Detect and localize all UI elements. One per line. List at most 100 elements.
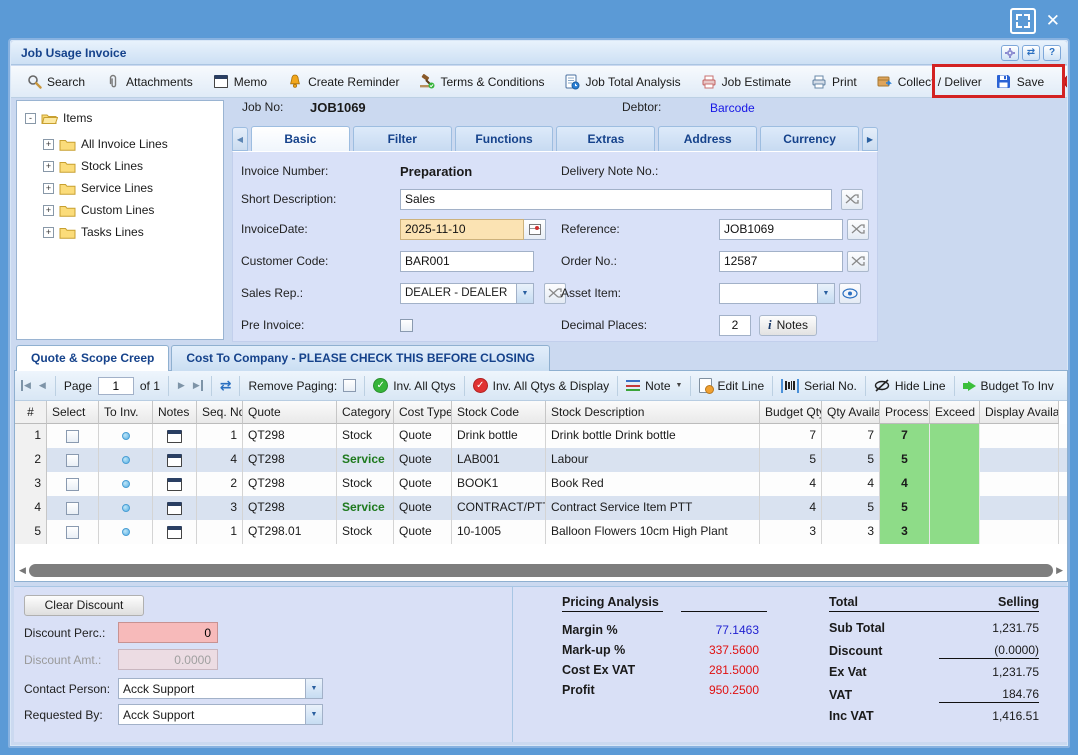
notes-cell-icon[interactable] (167, 430, 182, 443)
create-reminder-button[interactable]: Create Reminder (280, 71, 406, 93)
to-inv-icon[interactable] (122, 504, 130, 512)
to-inv-icon[interactable] (122, 528, 130, 536)
expand-icon[interactable]: + (43, 205, 54, 216)
chevron-down-icon[interactable]: ▼ (305, 679, 322, 698)
tab-scroll-left-icon[interactable]: ◀ (232, 127, 248, 151)
debtor-link[interactable]: Barcode (710, 101, 755, 115)
memo-button[interactable]: Memo (206, 71, 274, 93)
help-icon[interactable]: ? (1043, 45, 1061, 61)
customer-code-input[interactable] (400, 251, 534, 272)
col-header[interactable]: Cost Type (394, 401, 452, 424)
invoice-date-input[interactable] (400, 219, 524, 240)
eye-icon[interactable] (839, 283, 861, 304)
pre-invoice-checkbox[interactable] (400, 319, 413, 332)
tab-extras[interactable]: Extras (556, 126, 655, 151)
expand-icon[interactable]: + (43, 183, 54, 194)
notes-cell-icon[interactable] (167, 454, 182, 467)
tab-currency[interactable]: Currency (760, 126, 859, 151)
scrollbar-thumb[interactable] (29, 564, 1053, 577)
next-page-icon[interactable]: ▶ (177, 380, 186, 391)
select-checkbox[interactable] (66, 454, 79, 467)
to-inv-icon[interactable] (122, 432, 130, 440)
notes-button[interactable]: i Notes (759, 315, 817, 336)
collect-deliver-button[interactable]: Collect / Deliver (870, 71, 989, 93)
print-button[interactable]: Print (804, 71, 864, 93)
tree-item-service-lines[interactable]: + Service Lines (43, 179, 153, 197)
tab-functions[interactable]: Functions (455, 126, 554, 151)
remove-paging-checkbox[interactable] (343, 379, 356, 392)
tree-item-items[interactable]: - Items (25, 109, 92, 127)
first-page-icon[interactable]: ◀ (21, 380, 32, 391)
col-header[interactable]: Process Q (880, 401, 930, 424)
budget-to-inv-button[interactable]: Budget To Inv (963, 379, 1054, 393)
notes-cell-icon[interactable] (167, 502, 182, 515)
shuffle-icon[interactable] (841, 189, 863, 210)
order-no-input[interactable] (719, 251, 843, 272)
attachments-button[interactable]: Attachments (98, 71, 200, 93)
tree-item-tasks-lines[interactable]: + Tasks Lines (43, 223, 144, 241)
contact-person-select[interactable]: Acck Support ▼ (118, 678, 323, 699)
col-header[interactable]: To Inv. (99, 401, 153, 424)
shuffle-icon[interactable] (847, 251, 869, 272)
col-header[interactable]: Quote (243, 401, 337, 424)
chevron-down-icon[interactable]: ▼ (516, 284, 533, 303)
edit-line-button[interactable]: Edit Line (699, 378, 764, 393)
expand-icon[interactable]: + (43, 161, 54, 172)
tab-basic[interactable]: Basic (251, 126, 350, 151)
page-input[interactable] (98, 377, 134, 395)
chevron-down-icon[interactable]: ▼ (305, 705, 322, 724)
discount-perc-input[interactable] (118, 622, 218, 643)
tree-item-stock-lines[interactable]: + Stock Lines (43, 157, 143, 175)
scroll-right-icon[interactable]: ▶ (1056, 565, 1063, 576)
job-total-analysis-button[interactable]: Job Total Analysis (558, 71, 688, 93)
terms-conditions-button[interactable]: Terms & Conditions (412, 71, 551, 93)
tree-item-custom-lines[interactable]: + Custom Lines (43, 201, 154, 219)
asset-item-select[interactable]: ▼ (719, 283, 835, 304)
col-header[interactable]: Seq. No. (197, 401, 243, 424)
select-checkbox[interactable] (66, 526, 79, 539)
col-header[interactable]: Stock Code (452, 401, 546, 424)
tab-address[interactable]: Address (658, 126, 757, 151)
table-row[interactable]: 2 4 QT298 Service Quote LAB001 Labour 5 … (15, 448, 1067, 472)
table-row[interactable]: 5 1 QT298.01 Stock Quote 10-1005 Balloon… (15, 520, 1067, 544)
select-checkbox[interactable] (66, 478, 79, 491)
tab-cost-to-company[interactable]: Cost To Company - PLEASE CHECK THIS BEFO… (171, 345, 549, 371)
table-row[interactable]: 3 2 QT298 Stock Quote BOOK1 Book Red 4 4… (15, 472, 1067, 496)
col-header[interactable]: Notes (153, 401, 197, 424)
table-row[interactable]: 4 3 QT298 Service Quote CONTRACT/PTT Con… (15, 496, 1067, 520)
decimal-places-input[interactable] (719, 315, 751, 336)
prev-page-icon[interactable]: ◀ (38, 380, 47, 391)
refresh-icon[interactable]: ⇄ (1022, 45, 1040, 61)
expand-icon[interactable]: + (43, 139, 54, 150)
collapse-icon[interactable]: - (25, 113, 36, 124)
tab-scroll-right-icon[interactable]: ▶ (862, 127, 878, 151)
fullscreen-icon[interactable] (1010, 8, 1036, 34)
desktop-close-icon[interactable]: ✕ (1046, 8, 1060, 34)
last-page-icon[interactable]: ▶ (192, 380, 203, 391)
shuffle-icon[interactable] (847, 219, 869, 240)
note-button[interactable]: Note ▼ (626, 379, 682, 393)
col-header[interactable]: Stock Description (546, 401, 760, 424)
notes-cell-icon[interactable] (167, 526, 182, 539)
col-header[interactable]: Select (47, 401, 99, 424)
close-button[interactable]: ✕ Close (1057, 71, 1067, 92)
chevron-down-icon[interactable]: ▼ (817, 284, 834, 303)
save-button[interactable]: Save (989, 71, 1051, 93)
to-inv-icon[interactable] (122, 456, 130, 464)
col-header[interactable]: Budget Qty (760, 401, 822, 424)
settings-icon[interactable] (1001, 45, 1019, 61)
inv-all-qtys-display-button[interactable]: ✓ Inv. All Qtys & Display (473, 378, 609, 393)
calendar-icon[interactable] (524, 219, 546, 240)
col-header[interactable]: Qty Availab (822, 401, 880, 424)
serial-no-button[interactable]: Serial No. (781, 379, 857, 393)
tab-filter[interactable]: Filter (353, 126, 452, 151)
scroll-left-icon[interactable]: ◀ (19, 565, 26, 576)
sales-rep-select[interactable]: DEALER - DEALER ▼ (400, 283, 534, 304)
select-checkbox[interactable] (66, 430, 79, 443)
col-header[interactable]: Category (337, 401, 394, 424)
notes-cell-icon[interactable] (167, 478, 182, 491)
short-description-input[interactable] (400, 189, 832, 210)
to-inv-icon[interactable] (122, 480, 130, 488)
expand-icon[interactable]: + (43, 227, 54, 238)
col-header[interactable]: # (15, 401, 47, 424)
